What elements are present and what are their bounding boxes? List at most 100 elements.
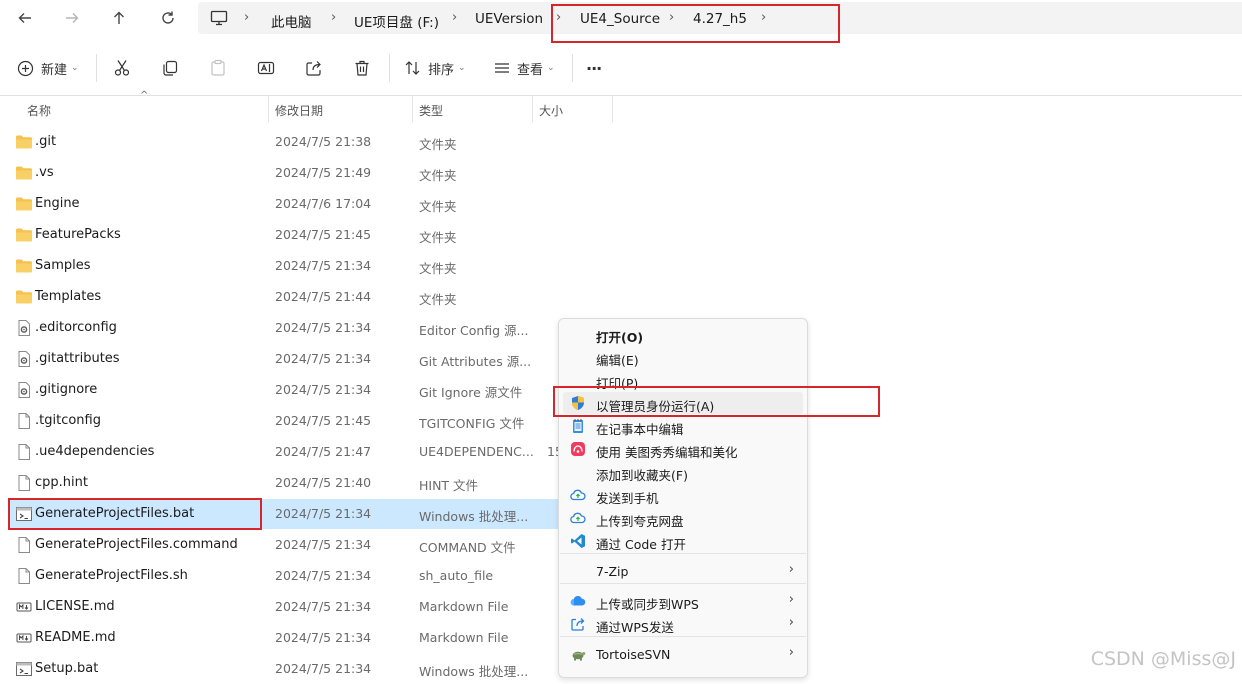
file-row[interactable]: .gitignore 2024/7/5 21:34 Git Ignore 源文件 (8, 375, 558, 405)
file-type: 文件夹 (419, 230, 457, 245)
file-row[interactable]: FeaturePacks 2024/7/5 21:45 文件夹 (8, 220, 558, 250)
delete-button[interactable] (353, 55, 371, 81)
up-button[interactable] (104, 4, 134, 32)
file-modified-date: 2024/7/5 21:47 (275, 444, 372, 459)
rename-button[interactable] (257, 55, 275, 81)
file-row[interactable]: Setup.bat 2024/7/5 21:34 Windows 批处理... (8, 654, 558, 684)
context-menu-item-label: 上传到夸克网盘 (596, 514, 684, 529)
chevron-right-icon: › (788, 592, 794, 607)
file-type: HINT 文件 (419, 478, 479, 493)
file-name: .vs (35, 165, 54, 180)
new-button-label: 新建 (41, 62, 68, 78)
cloud-icon (570, 510, 586, 526)
file-modified-date: 2024/7/5 21:34 (275, 630, 372, 645)
context-menu-item[interactable]: 打开(O) (560, 323, 806, 345)
context-menu-item-label: 通过 Code 打开 (596, 537, 686, 552)
file-name: Templates (35, 289, 102, 304)
back-button[interactable] (10, 4, 40, 32)
sort-button[interactable]: 排序 ⌄ (404, 55, 466, 81)
column-header-date[interactable]: 修改日期 (275, 102, 323, 128)
arrow-right-icon (66, 13, 79, 23)
markdown-file-icon (15, 630, 33, 646)
column-divider[interactable] (612, 96, 613, 122)
file-row[interactable]: Templates 2024/7/5 21:44 文件夹 (8, 282, 558, 312)
file-row[interactable]: .tgitconfig 2024/7/5 21:45 TGITCONFIG 文件 (8, 406, 558, 436)
folder-icon (15, 196, 33, 212)
file-row[interactable]: .ue4dependencies 2024/7/5 21:47 UE4DEPENDE… (8, 437, 563, 467)
file-row[interactable]: GenerateProjectFiles.command 2024/7/5 21:… (8, 530, 558, 560)
column-divider[interactable] (412, 96, 413, 122)
file-row[interactable]: LICENSE.md 2024/7/5 21:34 Markdown File (8, 592, 558, 622)
breadcrumb-current-folder[interactable]: 4.27_h5 (693, 11, 747, 27)
column-header-size[interactable]: 大小 (539, 102, 563, 128)
chevron-down-icon: ⌄ (547, 63, 555, 73)
chevron-down-icon: ⌄ (71, 63, 79, 73)
file-type: Git Ignore 源文件 (419, 385, 523, 400)
context-menu-item[interactable]: 发送到手机 (560, 484, 806, 506)
view-button[interactable]: 查看 ⌄ (493, 55, 555, 81)
forward-button[interactable] (57, 4, 87, 32)
context-menu-item[interactable]: 7-Zip › (560, 560, 806, 582)
file-name: GenerateProjectFiles.command (35, 537, 238, 552)
vscode-icon (570, 533, 586, 549)
folder-icon (15, 289, 33, 305)
file-row[interactable]: .git 2024/7/5 21:38 文件夹 (8, 127, 558, 157)
file-row[interactable]: .vs 2024/7/5 21:49 文件夹 (8, 158, 558, 188)
chevron-down-icon: ⌄ (458, 63, 466, 73)
paste-button[interactable] (209, 55, 227, 81)
file-row[interactable]: GenerateProjectFiles.bat 2024/7/5 21:34 Wi… (8, 499, 558, 529)
breadcrumb-this-pc[interactable]: 此电脑 (271, 11, 312, 31)
breadcrumb-ueversion[interactable]: UEVersion (475, 11, 543, 27)
breadcrumb-expand-chevron[interactable]: › (761, 10, 766, 25)
file-row[interactable]: Samples 2024/7/5 21:34 文件夹 (8, 251, 558, 281)
breadcrumb-ue4-source[interactable]: UE4_Source (580, 11, 660, 27)
file-type: TGITCONFIG 文件 (419, 416, 525, 431)
file-name: Setup.bat (35, 661, 99, 676)
context-menu-item[interactable]: 通过 Code 打开 (560, 530, 806, 552)
file-name: Samples (35, 258, 91, 273)
file-row[interactable]: README.md 2024/7/5 21:34 Markdown File (8, 623, 558, 653)
column-header-type[interactable]: 类型 (419, 102, 443, 128)
arrow-up-icon (114, 11, 124, 24)
more-options-button[interactable]: ··· (586, 55, 602, 81)
file-modified-date: 2024/7/5 21:34 (275, 382, 372, 397)
file-row[interactable]: .gitattributes 2024/7/5 21:34 Git Attribut… (8, 344, 558, 374)
column-divider[interactable] (268, 96, 269, 122)
scissors-icon (114, 60, 130, 76)
context-menu-item[interactable]: TortoiseSVN › (560, 643, 806, 665)
rename-icon (257, 61, 275, 75)
address-path-box[interactable]: › 此电脑 › UE项目盘 (F:) › UEVersion › UE4_Sou… (198, 2, 1242, 34)
refresh-button[interactable] (153, 4, 183, 32)
context-menu-item[interactable]: 通过WPS发送 › (560, 613, 806, 635)
context-menu-item[interactable]: 使用 美图秀秀编辑和美化 (560, 438, 806, 460)
file-type: sh_auto_file (419, 568, 494, 583)
context-menu-item[interactable]: 打印(P) (560, 369, 806, 391)
context-menu-item-label: 发送到手机 (596, 491, 659, 506)
context-menu-item[interactable]: 添加到收藏夹(F) (560, 461, 806, 483)
breadcrumb-drive[interactable]: UE项目盘 (F:) (354, 11, 439, 31)
share-button[interactable] (305, 55, 323, 81)
column-divider[interactable] (532, 96, 533, 122)
breadcrumb-separator: › (331, 10, 337, 25)
view-icon (495, 63, 509, 73)
copy-button[interactable] (161, 55, 179, 81)
context-menu-item[interactable]: 以管理员身份运行(A) (563, 392, 803, 414)
file-name: .gitignore (35, 382, 98, 397)
column-header-name[interactable]: 名称 (27, 102, 51, 128)
file-type: 文件夹 (419, 292, 457, 307)
context-menu-item[interactable]: 上传或同步到WPS › (560, 590, 806, 612)
file-row[interactable]: Engine 2024/7/6 17:04 文件夹 (8, 189, 558, 219)
context-menu-item[interactable]: 上传到夸克网盘 (560, 507, 806, 529)
file-modified-date: 2024/7/5 21:34 (275, 258, 372, 273)
config-file-icon (15, 320, 33, 336)
file-row[interactable]: GenerateProjectFiles.sh 2024/7/5 21:34 sh_… (8, 561, 558, 591)
breadcrumb-separator: › (244, 10, 250, 25)
context-menu-item[interactable]: 编辑(E) (560, 346, 806, 368)
cut-button[interactable] (113, 55, 131, 81)
file-icon (15, 413, 33, 429)
new-button[interactable]: 新建 ⌄ (17, 55, 79, 81)
file-type: 文件夹 (419, 137, 457, 152)
file-row[interactable]: cpp.hint 2024/7/5 21:40 HINT 文件 (8, 468, 558, 498)
file-row[interactable]: .editorconfig 2024/7/5 21:34 Editor Config… (8, 313, 558, 343)
context-menu-item[interactable]: 在记事本中编辑 (560, 415, 806, 437)
